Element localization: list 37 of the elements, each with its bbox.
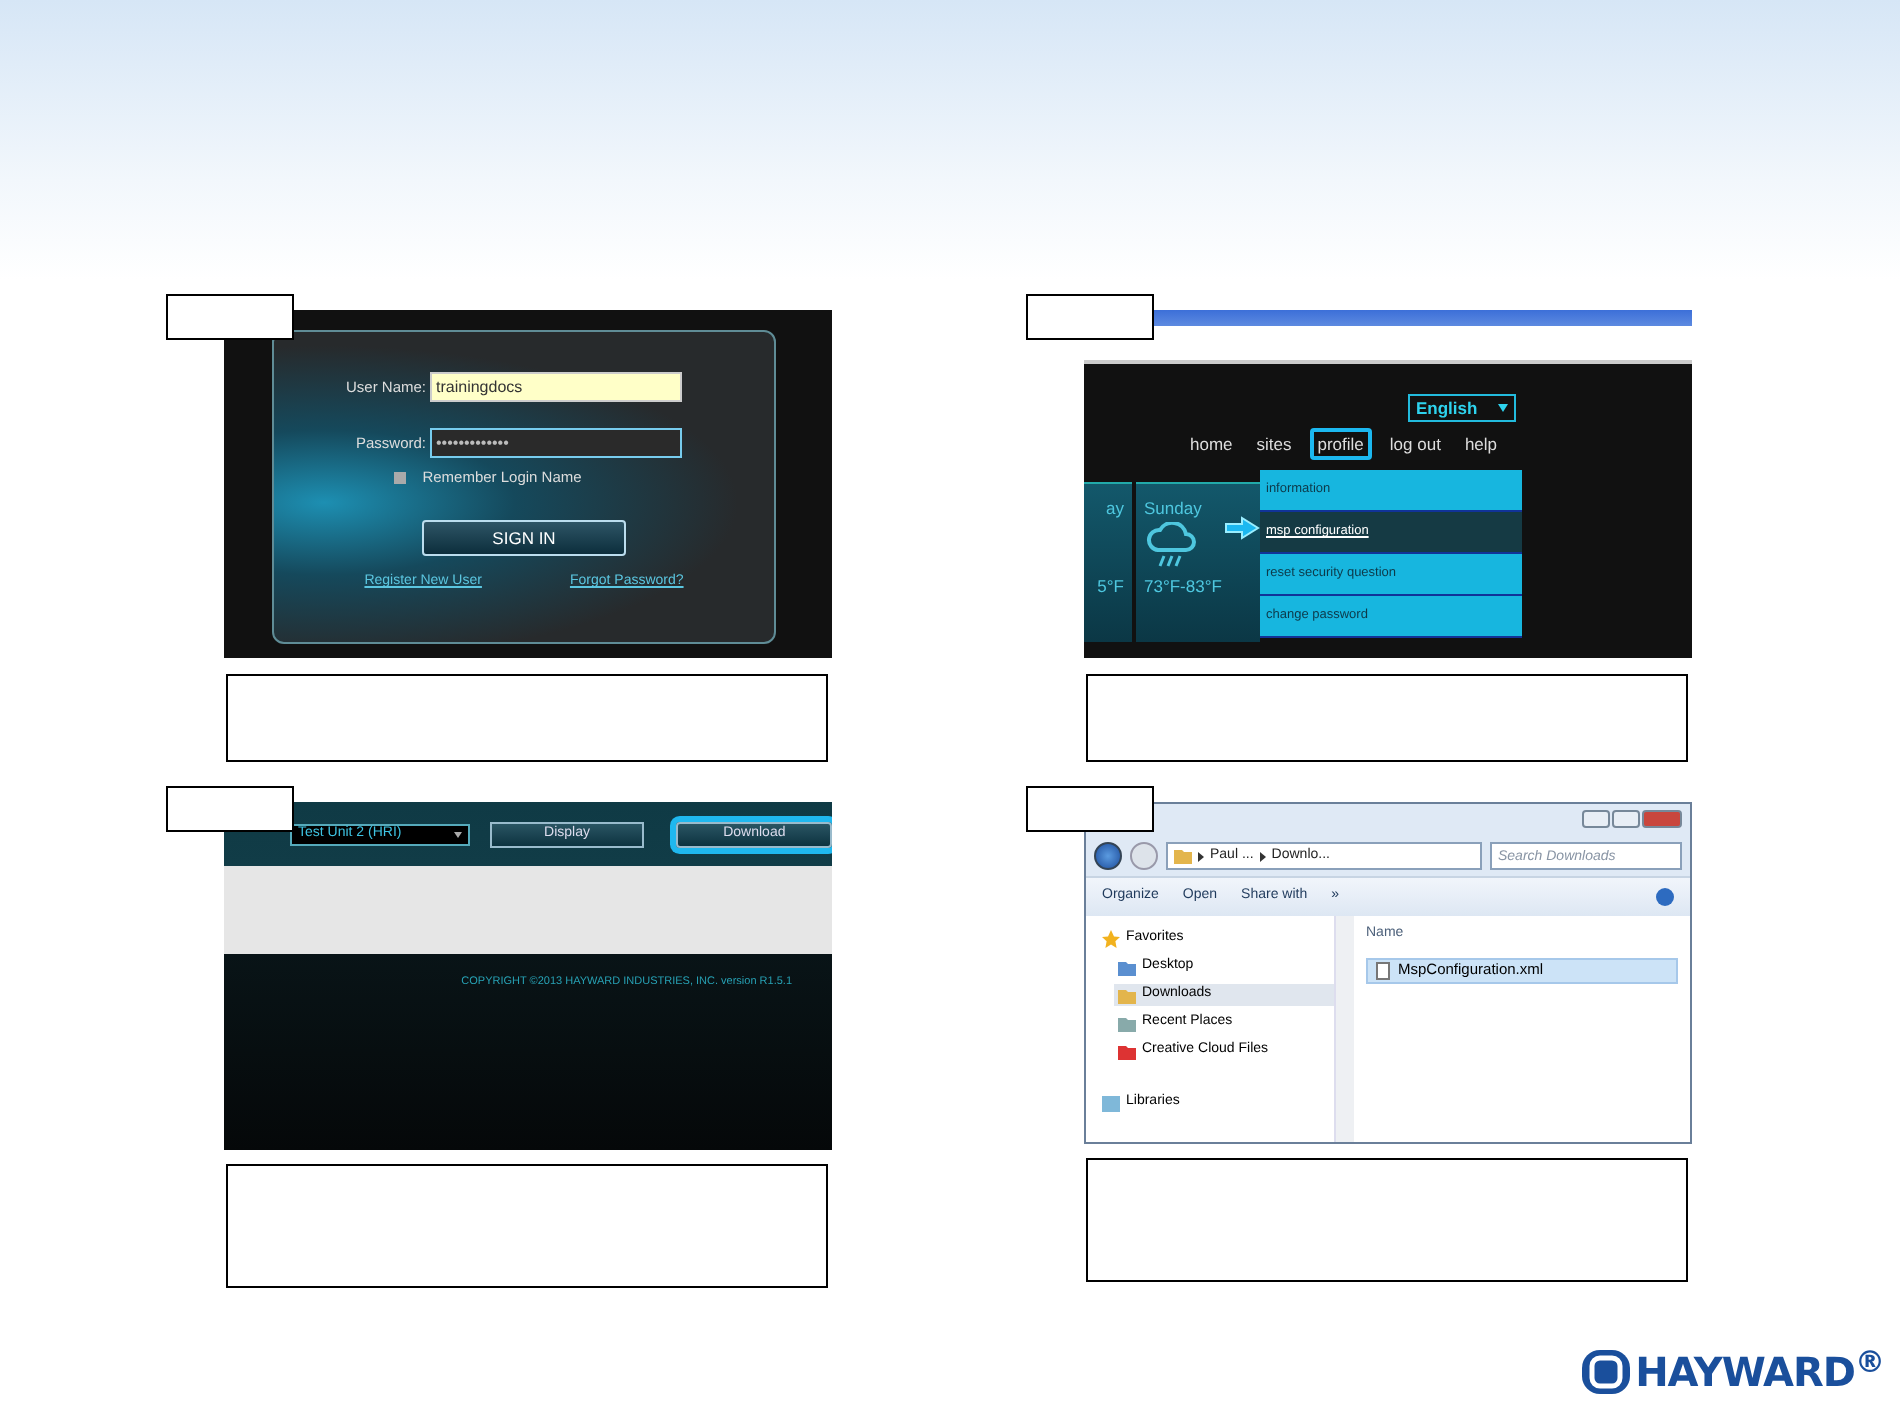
label-box [166, 294, 294, 340]
caret-icon [453, 831, 462, 837]
scrollbar[interactable] [1334, 916, 1354, 1142]
sign-in-button[interactable]: SIGN IN [422, 520, 626, 557]
minimize-button[interactable] [1582, 810, 1610, 828]
brand-logo-text: HAYWARD$^{®}$ [1635, 1342, 1884, 1400]
maximize-button[interactable] [1612, 810, 1640, 828]
rain-cloud-icon [1144, 521, 1200, 570]
nav-link[interactable]: profile [1309, 428, 1372, 460]
arrow-icon [1224, 516, 1260, 540]
username-field[interactable]: trainingdocs [430, 372, 682, 402]
close-button[interactable] [1642, 810, 1682, 828]
help-icon [1656, 888, 1674, 906]
document-icon [1376, 961, 1390, 979]
password-field[interactable]: ••••••••••••• [430, 428, 682, 458]
nav-link[interactable]: sites [1250, 428, 1298, 460]
temperature-label: 73°F-83°F [1144, 573, 1224, 599]
nav-link[interactable]: home [1184, 428, 1239, 460]
back-button[interactable] [1094, 842, 1122, 870]
remember-checkbox[interactable] [394, 471, 407, 484]
label-box [166, 786, 294, 832]
label-box [1026, 294, 1154, 340]
weekday-label: Sunday [1144, 496, 1204, 522]
library-icon [1102, 1095, 1120, 1111]
nav-link[interactable]: log out [1383, 428, 1447, 460]
nav-link[interactable]: help [1458, 428, 1504, 460]
label-box [1026, 786, 1154, 832]
language-label: English [1416, 395, 1478, 421]
language-dropdown[interactable]: English [1408, 394, 1516, 422]
chevron-icon [1198, 851, 1204, 861]
folder-icon [1174, 848, 1192, 864]
caret-icon [1498, 404, 1508, 412]
weekday-label: ay [1104, 496, 1124, 522]
temperature-label: 5°F [1095, 573, 1124, 599]
chevron-icon [1259, 851, 1266, 861]
logo-emblem-icon [1581, 1350, 1630, 1394]
star-icon [1102, 930, 1120, 948]
